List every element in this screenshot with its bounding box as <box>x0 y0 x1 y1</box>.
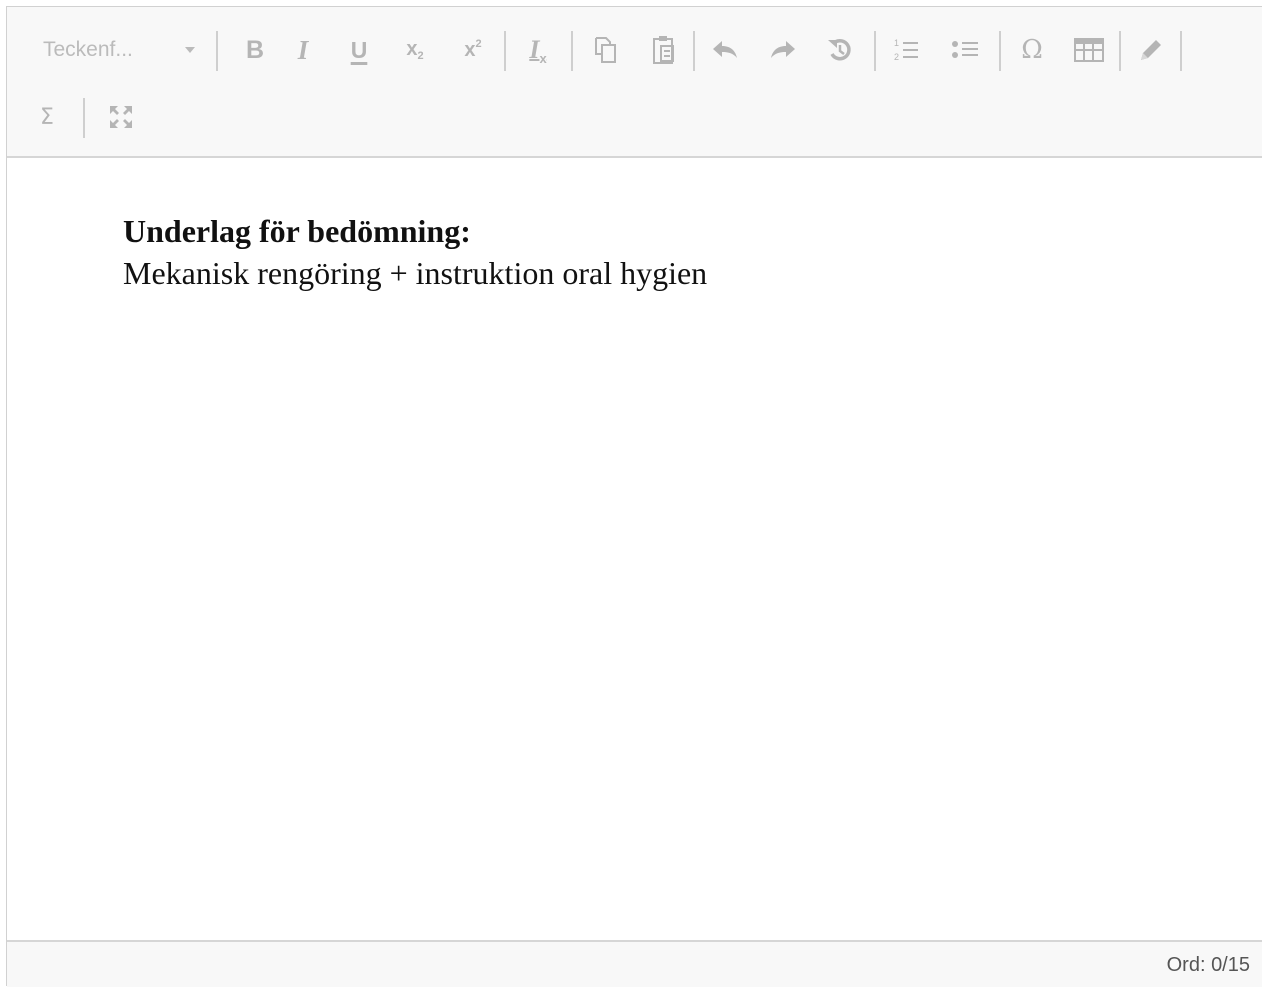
copy-button[interactable] <box>585 23 625 77</box>
copy-icon <box>595 37 616 63</box>
font-family-value: Teckenf... <box>43 38 133 61</box>
caret-down-icon <box>185 47 195 53</box>
editor-toolbar: Teckenf... B I U x2 x2 Ix 1 2 Ω Σ <box>7 7 1262 158</box>
document-paragraph: Mekanisk rengöring + instruktion oral hy… <box>123 255 708 291</box>
bulleted-list-button[interactable] <box>945 23 985 77</box>
numbered-list-button[interactable]: 1 2 <box>887 23 927 77</box>
svg-text:2: 2 <box>894 52 899 62</box>
maximize-button[interactable] <box>101 90 141 144</box>
restore-button[interactable] <box>820 23 860 77</box>
toolbar-separator <box>83 98 85 138</box>
paste-icon <box>653 36 674 64</box>
italic-icon: I <box>297 34 309 65</box>
toolbar-separator <box>693 31 695 71</box>
draw-button[interactable] <box>1131 23 1171 77</box>
word-count: Ord: 0/15 <box>1166 954 1250 976</box>
toolbar-separator <box>1180 31 1182 71</box>
redo-icon <box>771 41 795 58</box>
svg-text:1: 1 <box>894 38 899 48</box>
special-char-button[interactable]: Ω <box>1012 23 1052 77</box>
document-heading: Underlag för bedömning: <box>123 213 471 249</box>
toolbar-separator <box>1119 31 1121 71</box>
italic-button[interactable]: I <box>283 23 323 77</box>
sigma-icon: Σ <box>40 104 54 130</box>
bold-icon: B <box>245 35 265 64</box>
underline-icon: U <box>350 36 368 63</box>
undo-button[interactable] <box>705 23 745 77</box>
remove-format-icon: Ix <box>529 34 547 66</box>
rich-text-editor: Teckenf... B I U x2 x2 Ix 1 2 Ω Σ Underl… <box>6 6 1262 987</box>
toolbar-separator <box>216 31 218 71</box>
toolbar-separator <box>999 31 1001 71</box>
restore-icon <box>828 39 851 61</box>
table-button[interactable] <box>1067 23 1111 77</box>
subscript-icon: x2 <box>406 38 424 62</box>
redo-button[interactable] <box>763 23 803 77</box>
superscript-button[interactable]: x2 <box>453 23 493 77</box>
table-icon <box>1074 38 1104 62</box>
paste-button[interactable] <box>644 23 684 77</box>
numbered-list-icon: 1 2 <box>894 38 918 62</box>
toolbar-row-2: Σ <box>7 90 1262 144</box>
toolbar-separator <box>874 31 876 71</box>
bulleted-list-icon <box>952 41 978 58</box>
maximize-icon <box>110 106 132 128</box>
bold-button[interactable]: B <box>235 23 275 77</box>
toolbar-separator <box>571 31 573 71</box>
superscript-icon: x2 <box>464 38 482 61</box>
document-body[interactable]: Underlag för bedömning: Mekanisk rengöri… <box>123 210 707 294</box>
remove-format-button[interactable]: Ix <box>514 23 562 77</box>
editor-statusbar: Ord: 0/15 <box>7 940 1262 987</box>
pencil-icon <box>1141 40 1161 60</box>
toolbar-separator <box>504 31 506 71</box>
underline-button[interactable]: U <box>339 23 379 77</box>
undo-icon <box>713 41 737 58</box>
font-family-select[interactable]: Teckenf... <box>43 23 209 77</box>
toolbar-row-1: Teckenf... B I U x2 x2 Ix 1 2 Ω <box>7 23 1262 77</box>
formula-button[interactable]: Σ <box>29 90 65 144</box>
subscript-button[interactable]: x2 <box>395 23 435 77</box>
omega-icon: Ω <box>1021 35 1043 65</box>
editor-content-area[interactable]: Underlag för bedömning: Mekanisk rengöri… <box>7 158 1262 940</box>
